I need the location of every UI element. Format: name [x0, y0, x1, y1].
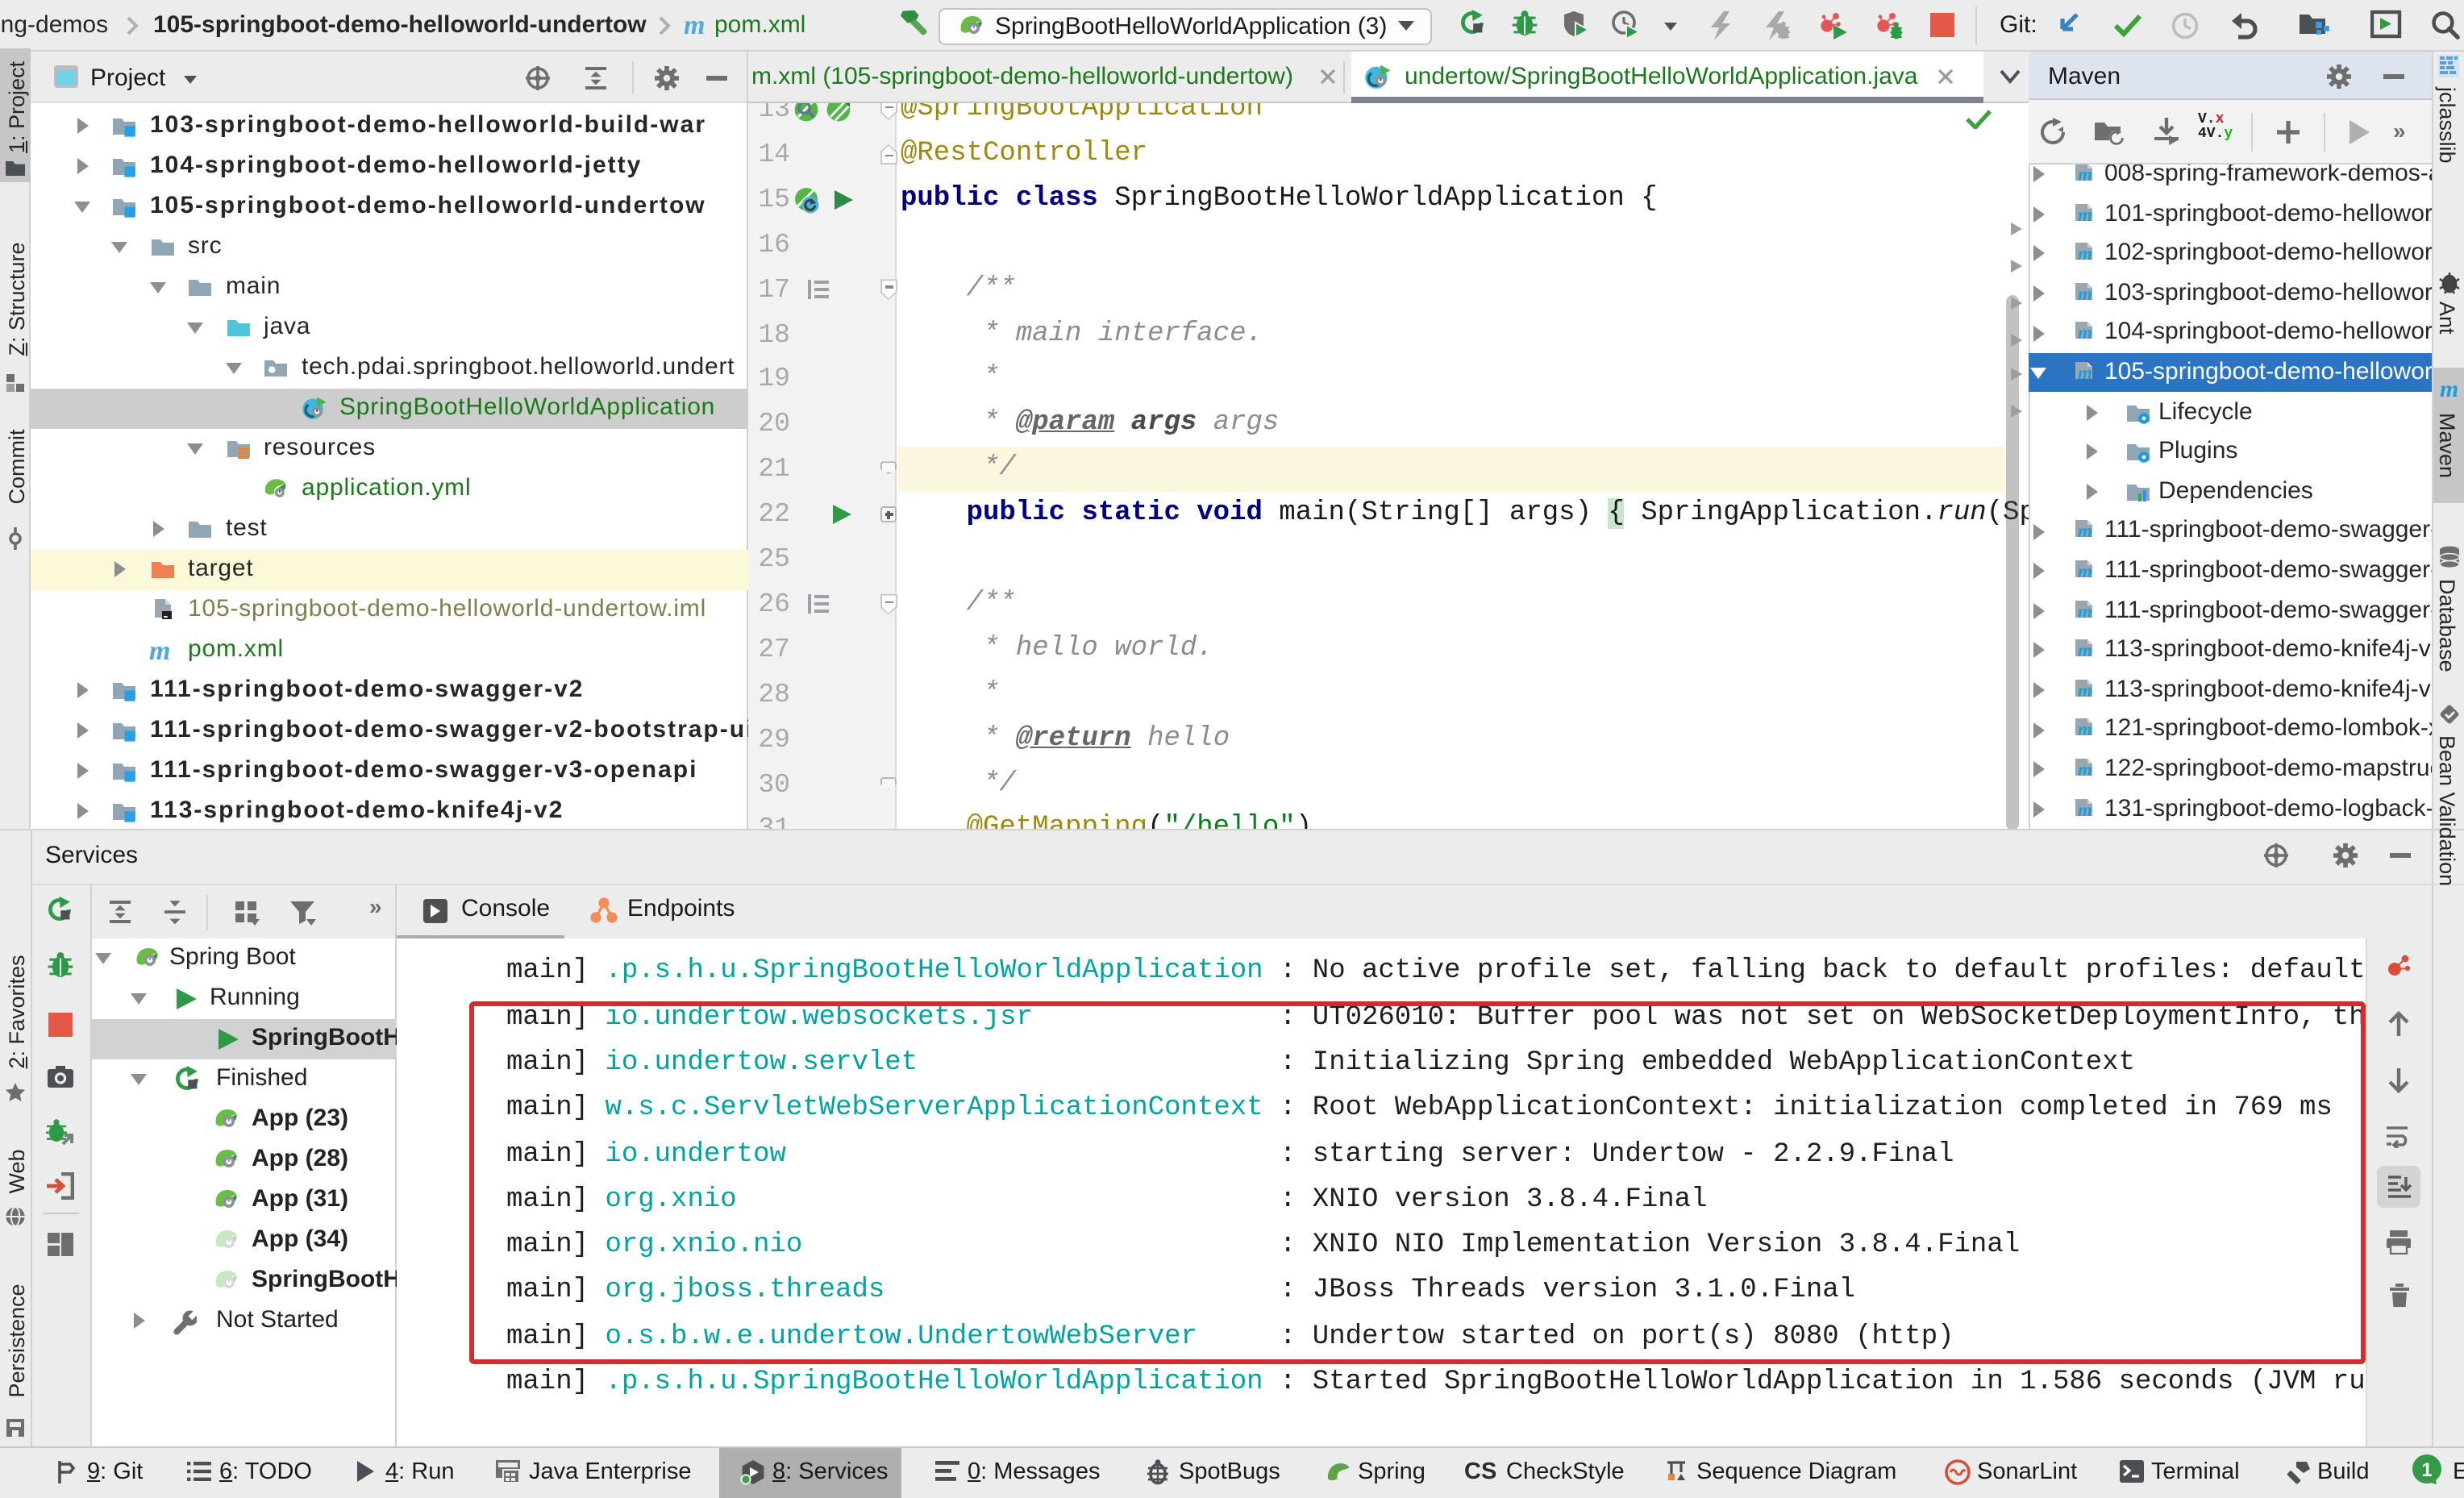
svg-text:1: 1: [2421, 1459, 2432, 1481]
